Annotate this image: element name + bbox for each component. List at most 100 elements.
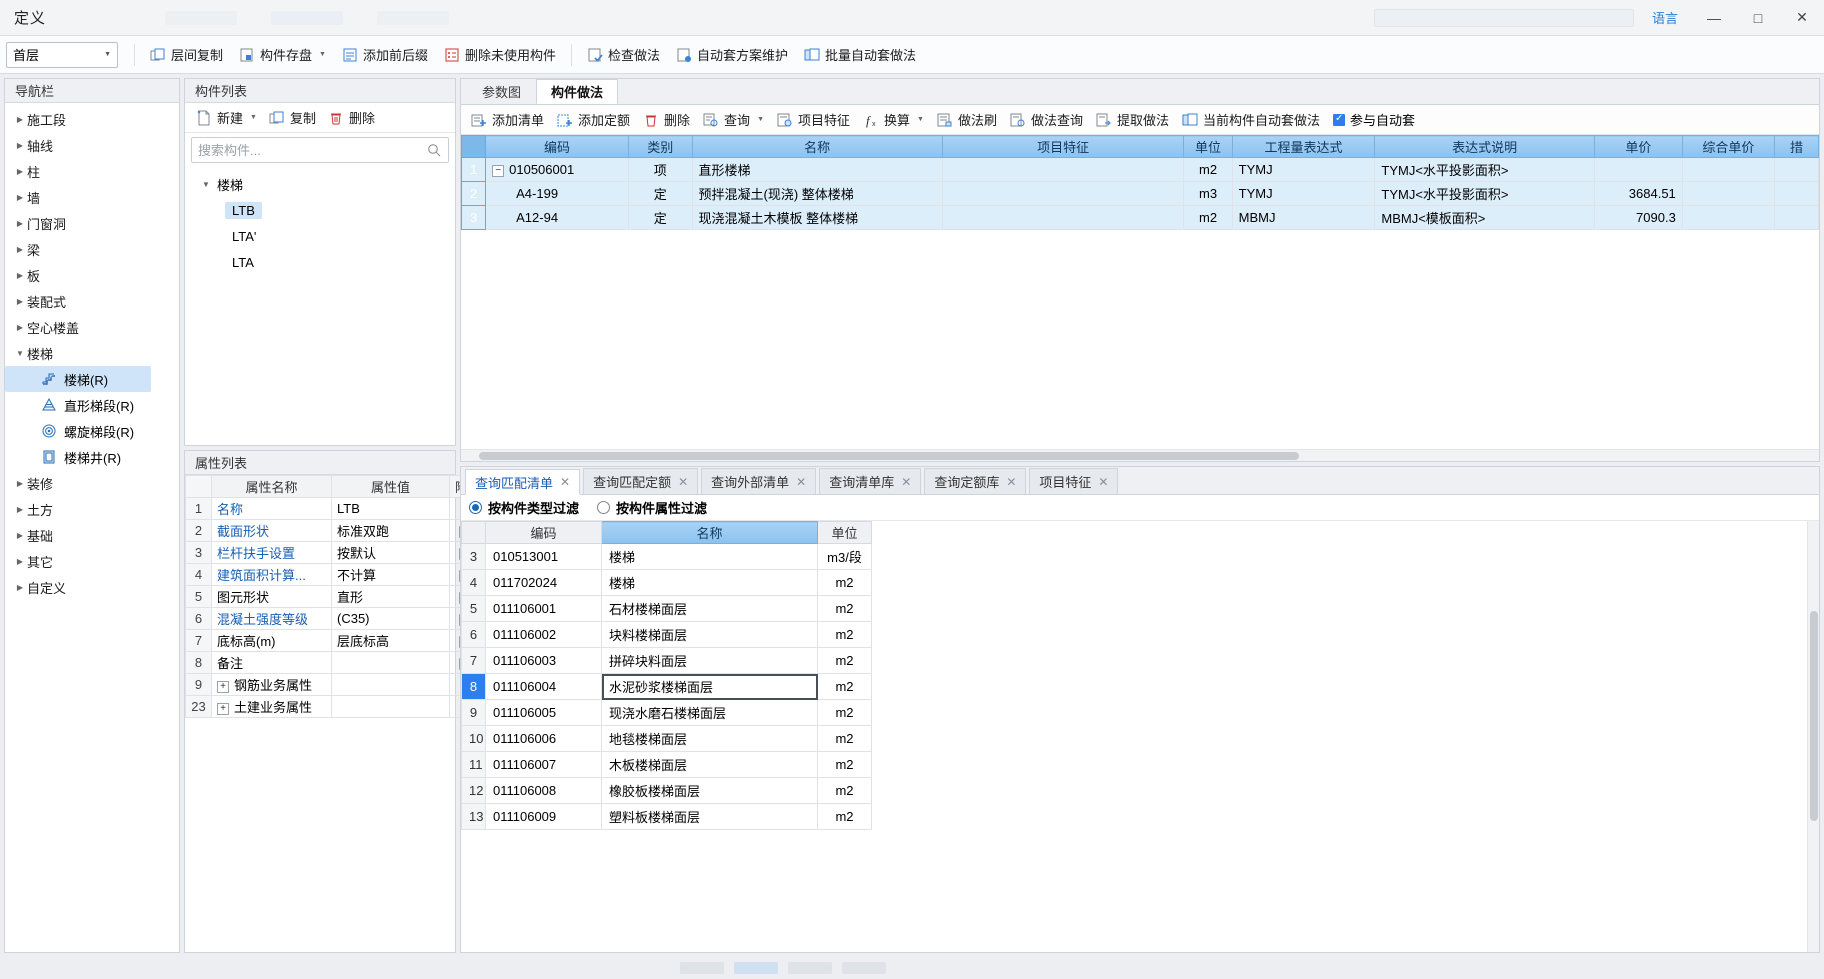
cell-unit[interactable]: m2: [817, 595, 872, 622]
property-value[interactable]: [331, 673, 450, 696]
method-col-measure[interactable]: 措: [1774, 135, 1819, 158]
method-col-unit[interactable]: 单位: [1183, 135, 1233, 158]
table-row[interactable]: 10 011106006 地毯楼梯面层 m2: [461, 725, 872, 752]
cell-unit[interactable]: m2: [817, 569, 872, 596]
component-group-louti[interactable]: ▼ 楼梯: [185, 171, 455, 197]
query-button[interactable]: 查询 ▼: [697, 107, 770, 133]
copy-between-floors-button[interactable]: 层间复制: [143, 41, 230, 69]
sidebar-item-louti[interactable]: ▼ 楼梯: [5, 340, 179, 366]
sidebar-item-menchuangdong[interactable]: ▶ 门窗洞: [5, 210, 179, 236]
property-name[interactable]: 截面形状: [211, 519, 332, 542]
sidebar-item-zhuangxiu[interactable]: ▶ 装修: [5, 470, 179, 496]
cell-code[interactable]: A4-199: [485, 181, 629, 206]
close-icon[interactable]: ✕: [1006, 475, 1016, 489]
table-row[interactable]: 3 010513001 楼梯 m3/段: [461, 543, 872, 570]
scrollbar-thumb[interactable]: [479, 452, 1299, 460]
close-icon[interactable]: ✕: [901, 475, 911, 489]
property-name[interactable]: 建筑面积计算...: [211, 563, 332, 586]
table-row[interactable]: 5 011106001 石材楼梯面层 m2: [461, 595, 872, 622]
property-value[interactable]: 层底标高: [331, 629, 450, 652]
cell-price[interactable]: 7090.3: [1593, 205, 1683, 230]
query-col-name[interactable]: 名称: [601, 521, 818, 544]
participate-auto-checkbox[interactable]: 参与自动套: [1327, 110, 1421, 129]
table-row[interactable]: 6 011106002 块料楼梯面层 m2: [461, 621, 872, 648]
cell-code[interactable]: 011106003: [485, 647, 602, 674]
table-row[interactable]: 11 011106007 木板楼梯面层 m2: [461, 751, 872, 778]
cell-unit[interactable]: m2: [817, 725, 872, 752]
cell-code[interactable]: 011106006: [485, 725, 602, 752]
table-row[interactable]: 4 建筑面积计算... 不计算: [185, 563, 480, 586]
batch-auto-button[interactable]: 批量自动套做法: [797, 41, 923, 69]
property-name[interactable]: 名称: [211, 497, 332, 520]
cell-name[interactable]: 预拌混凝土(现浇) 整体楼梯: [691, 181, 943, 206]
cell-code[interactable]: A12-94: [485, 205, 629, 230]
sidebar-item-qiang[interactable]: ▶ 墙: [5, 184, 179, 210]
cell-code[interactable]: 011106002: [485, 621, 602, 648]
filter-by-component-property[interactable]: 按构件属性过滤: [597, 498, 707, 517]
tab-canshutu[interactable]: 参数图: [467, 79, 536, 104]
collapse-icon[interactable]: −: [492, 164, 505, 177]
cell-code[interactable]: 011106009: [485, 803, 602, 830]
close-icon[interactable]: ✕: [796, 475, 806, 489]
cell-expr[interactable]: MBMJ: [1231, 205, 1376, 230]
component-item-lta[interactable]: LTA: [185, 249, 455, 275]
query-col-code[interactable]: 编码: [485, 521, 602, 544]
auto-apply-method-button[interactable]: 当前构件自动套做法: [1176, 107, 1326, 133]
project-feature-button[interactable]: 项目特征: [771, 107, 856, 133]
radio-button[interactable]: [469, 501, 482, 514]
save-component-button[interactable]: 构件存盘 ▼: [232, 41, 333, 69]
property-name[interactable]: 混凝土强度等级: [211, 607, 332, 630]
property-value[interactable]: 不计算: [331, 563, 450, 586]
cell-total-price[interactable]: [1681, 181, 1776, 206]
table-row[interactable]: 3 栏杆扶手设置 按默认: [185, 541, 480, 564]
cell-code[interactable]: 011106007: [485, 751, 602, 778]
sidebar-item-shigongduan[interactable]: ▶ 施工段: [5, 106, 179, 132]
tab-goujianzuofa[interactable]: 构件做法: [536, 79, 619, 104]
component-item-ltb[interactable]: LTB: [185, 197, 455, 223]
add-quota-button[interactable]: 添加定额: [551, 107, 636, 133]
expand-icon[interactable]: +: [217, 680, 229, 693]
property-value[interactable]: LTB: [331, 497, 450, 520]
cell-price[interactable]: [1593, 157, 1683, 182]
search-input[interactable]: [198, 142, 426, 158]
query-col-unit[interactable]: 单位: [817, 521, 872, 544]
cell-name[interactable]: 地毯楼梯面层: [601, 725, 818, 752]
property-value[interactable]: [331, 651, 450, 674]
table-row[interactable]: 9 + 钢筋业务属性: [185, 673, 480, 696]
cell-total-price[interactable]: [1681, 205, 1776, 230]
table-row[interactable]: 12 011106008 橡胶板楼梯面层 m2: [461, 777, 872, 804]
cell-feature[interactable]: [941, 205, 1185, 230]
table-row[interactable]: 5 图元形状 直形: [185, 585, 480, 608]
cell-category[interactable]: 定: [627, 181, 693, 206]
table-row[interactable]: 4 011702024 楼梯 m2: [461, 569, 872, 596]
cell-category[interactable]: 定: [627, 205, 693, 230]
cell-total-price[interactable]: [1681, 157, 1776, 182]
method-col-feature[interactable]: 项目特征: [941, 135, 1185, 158]
sidebar-item-liang[interactable]: ▶ 梁: [5, 236, 179, 262]
check-method-button[interactable]: 检查做法: [580, 41, 667, 69]
maximize-button[interactable]: □: [1736, 0, 1780, 36]
cell-expr-desc[interactable]: TYMJ<水平投影面积>: [1374, 181, 1595, 206]
cell-name[interactable]: 楼梯: [601, 569, 818, 596]
cell-price[interactable]: 3684.51: [1593, 181, 1683, 206]
sidebar-item-tufang[interactable]: ▶ 土方: [5, 496, 179, 522]
cell-name[interactable]: 直形楼梯: [691, 157, 943, 182]
table-row[interactable]: 8 备注: [185, 651, 480, 674]
auto-scheme-button[interactable]: 自动套方案维护: [669, 41, 795, 69]
sidebar-item-zhouxian[interactable]: ▶ 轴线: [5, 132, 179, 158]
method-col-name[interactable]: 名称: [691, 135, 943, 158]
new-component-button[interactable]: 新建 ▼: [191, 106, 262, 130]
cell-name[interactable]: 现浇混凝土木模板 整体楼梯: [691, 205, 943, 230]
cell-code[interactable]: −010506001: [485, 157, 629, 182]
method-col-code[interactable]: 编码: [485, 135, 629, 158]
table-row[interactable]: 6 混凝土强度等级 (C35): [185, 607, 480, 630]
method-brush-button[interactable]: 做法刷: [931, 107, 1003, 133]
property-name[interactable]: + 钢筋业务属性: [211, 673, 332, 696]
sidebar-item-jichu[interactable]: ▶ 基础: [5, 522, 179, 548]
delete-unused-button[interactable]: 删除未使用构件: [437, 41, 563, 69]
checkbox[interactable]: [1333, 113, 1346, 126]
method-grid-hscrollbar[interactable]: [461, 449, 1819, 461]
cell-measure[interactable]: [1774, 205, 1819, 230]
cell-name[interactable]: 现浇水磨石楼梯面层: [601, 699, 818, 726]
table-row[interactable]: 7 011106003 拼碎块料面层 m2: [461, 647, 872, 674]
